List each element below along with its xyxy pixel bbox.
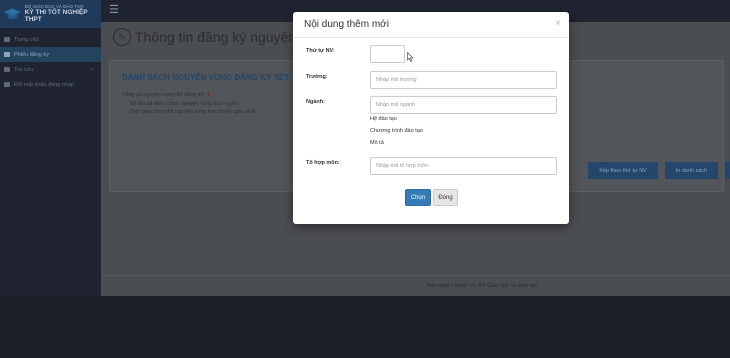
graduation-cap-icon: [3, 8, 21, 20]
page-bottom: [0, 296, 730, 358]
close-icon[interactable]: ×: [555, 19, 561, 29]
third-action-button[interactable]: Th: [725, 162, 730, 179]
copyright-text: Bản quyền thuộc về: Bộ Giáo dục và Đào t…: [427, 283, 538, 289]
school-label: Trường:: [306, 74, 328, 80]
footer: Bản quyền thuộc về: Bộ Giáo dục và Đào t…: [101, 275, 730, 296]
major-label: Ngành:: [306, 99, 325, 105]
sidebar-item-label: Phiếu đăng ký: [14, 51, 49, 58]
sidebar-item-home[interactable]: Trang chủ: [0, 32, 101, 47]
total-registered-label: Tổng số nguyện vọng đã đăng ký:: [122, 92, 207, 98]
sidebar-item-label: Đổi mật khẩu đăng nhập: [14, 81, 74, 88]
order-label: Thứ tự NV:: [306, 48, 335, 54]
school-code-input[interactable]: [370, 71, 557, 89]
last-change-time: - Thời gian thay đổi nguyện vọng trực tu…: [126, 109, 258, 115]
sidebar-item-change-password[interactable]: Đổi mật khẩu đăng nhập: [0, 77, 101, 92]
home-icon: [4, 37, 10, 42]
close-button[interactable]: Đóng: [433, 189, 458, 206]
hamburger-menu-icon[interactable]: ☰: [109, 5, 119, 16]
modal-title: Nội dung thêm mới: [304, 19, 389, 30]
modal-header: Nội dung thêm mới ×: [293, 12, 569, 38]
brand[interactable]: BỘ GIÁO DỤC VÀ ĐÀO TẠO KỲ THI TỐT NGHIỆP…: [0, 0, 101, 28]
total-registered: Tổng số nguyện vọng đã đăng ký: 4: [122, 92, 209, 98]
training-system-text: Hệ đào tạo: [370, 116, 397, 122]
lock-icon: [4, 82, 10, 87]
order-input[interactable]: [370, 45, 405, 63]
subject-combo-input[interactable]: [370, 157, 557, 175]
sort-by-order-button[interactable]: Xếp theo thứ tự NV: [588, 162, 658, 179]
edit-icon: ✎: [113, 28, 131, 46]
sidebar-item-lookup[interactable]: Tra cứu ‹: [0, 62, 101, 77]
chevron-left-icon: ‹: [91, 66, 93, 73]
page-title: Thông tin đăng ký nguyện vọ: [135, 29, 315, 45]
training-program-text: Chương trình đào tạo: [370, 128, 423, 134]
description-text: Mô tả: [370, 140, 384, 146]
total-registered-value: 4: [206, 92, 210, 98]
sidebar-item-label: Trang chủ: [14, 36, 39, 43]
sidebar-nav: Trang chủ Phiếu đăng ký Tra cứu ‹ Đổi mậ…: [0, 32, 101, 92]
sidebar-item-label: Tra cứu: [14, 66, 34, 73]
major-code-input[interactable]: [370, 96, 557, 114]
adjustment-count: - Số lần đã điều chỉnh nguyện vọng trực …: [126, 101, 241, 107]
folder-icon: [4, 52, 10, 57]
brand-text: BỘ GIÁO DỤC VÀ ĐÀO TẠO KỲ THI TỐT NGHIỆP…: [24, 4, 101, 24]
panel-heading: DANH SÁCH NGUYỆN VỌNG ĐĂNG KÝ XÉT: [122, 73, 290, 82]
subject-combo-label: Tổ hợp môn:: [306, 160, 340, 166]
mouse-cursor-icon: [407, 52, 414, 62]
print-list-button[interactable]: In danh sách: [665, 162, 718, 179]
sidebar-item-registration[interactable]: Phiếu đăng ký: [0, 47, 101, 62]
brand-exam: KỲ THI TỐT NGHIỆP THPT: [24, 9, 88, 23]
page-header: ✎ Thông tin đăng ký nguyện vọ: [113, 28, 315, 46]
folder-icon: [4, 67, 10, 72]
add-new-modal: Nội dung thêm mới × Thứ tự NV: Trường: N…: [293, 12, 569, 224]
choose-button[interactable]: Chọn: [405, 189, 431, 206]
